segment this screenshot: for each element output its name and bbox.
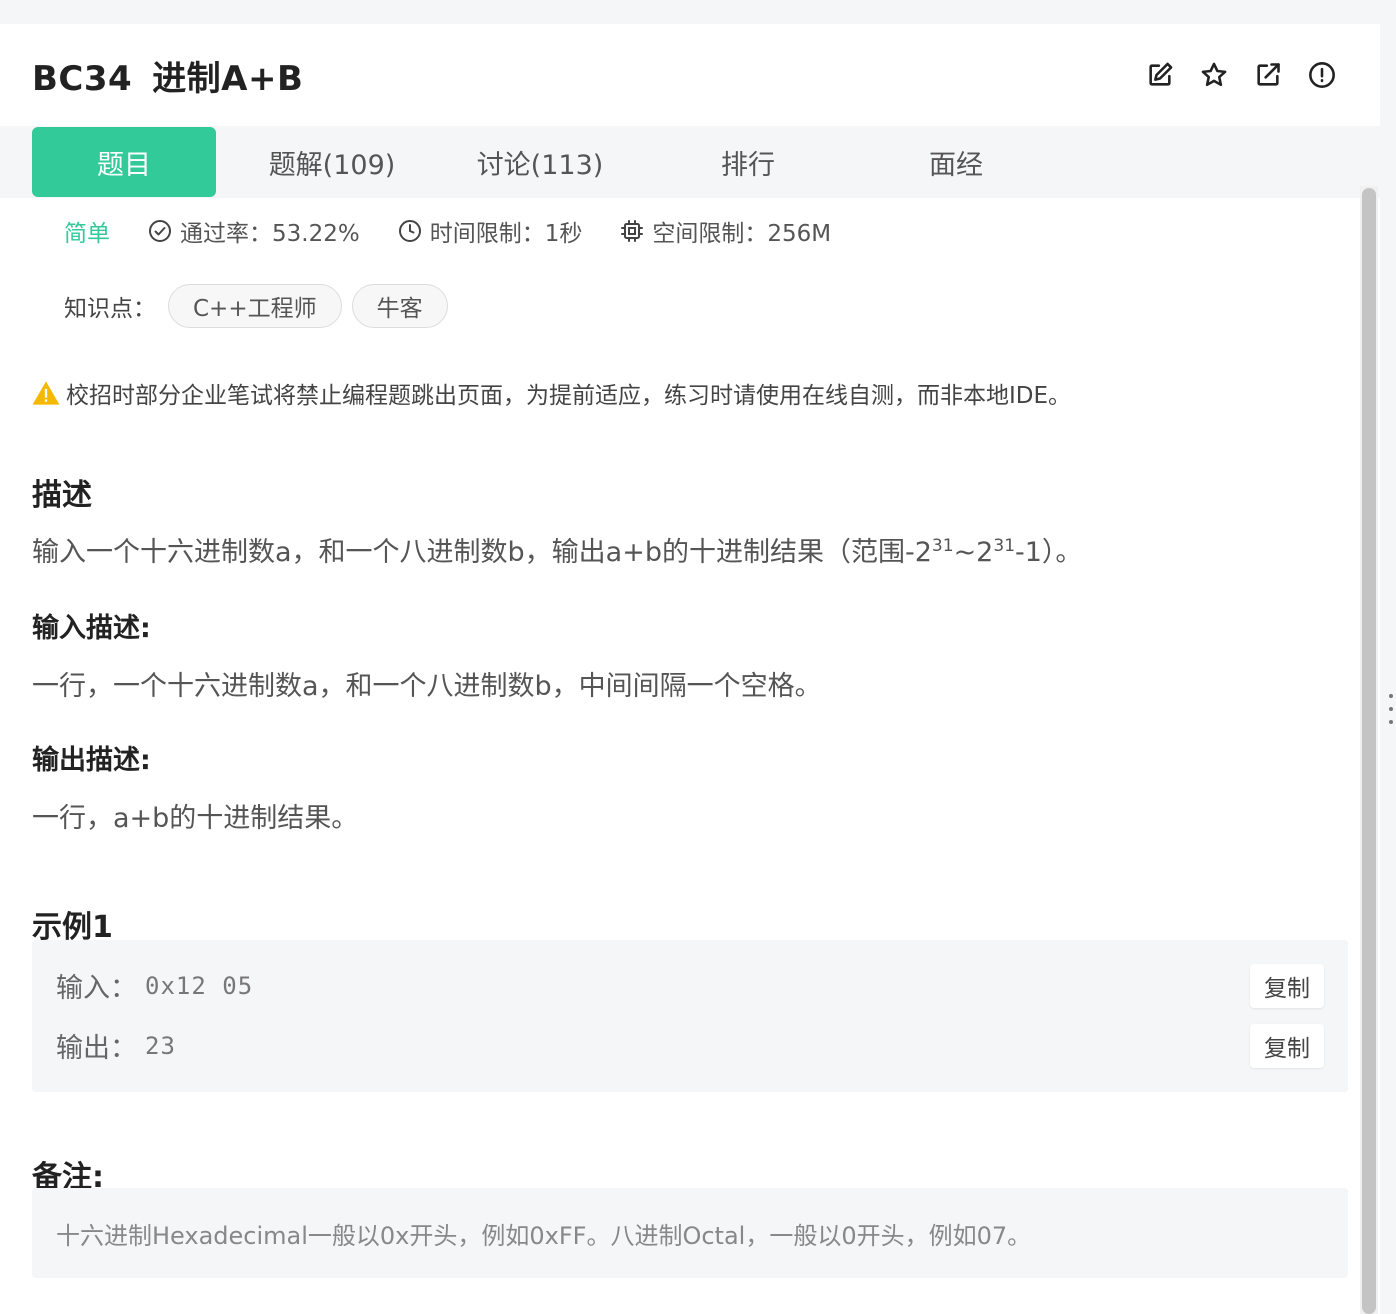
warning-icon — [32, 381, 60, 405]
output-desc-text: 一行，a+b的十进制结果。 — [32, 803, 359, 834]
tab-bar: 题目 题解(109) 讨论(113) 排行 面经 — [0, 126, 1380, 198]
remark-text: 十六进制Hexadecimal一般以0x开头，例如0xFF。八进制Octal，一… — [56, 1221, 1032, 1250]
memory-limit-text: 空间限制：256M — [652, 221, 832, 247]
warning-text: 校招时部分企业笔试将禁止编程题跳出页面，为提前适应，练习时请使用在线自测，而非本… — [66, 383, 1072, 409]
example-output-label: 输出： — [56, 1033, 137, 1064]
copy-input-button[interactable]: 复制 — [1250, 964, 1324, 1008]
example-input-row: 输入： 0x12 05 — [56, 966, 253, 1005]
ide-warning: 校招时部分企业笔试将禁止编程题跳出页面，为提前适应，练习时请使用在线自测，而非本… — [32, 376, 1071, 410]
header-actions — [1144, 59, 1338, 91]
report-icon[interactable] — [1306, 59, 1338, 91]
example-input-value: 0x12 05 — [145, 971, 254, 1000]
example-input-label: 输入： — [56, 973, 137, 1004]
input-desc-text: 一行，一个十六进制数a，和一个八进制数b，中间间隔一个空格。 — [32, 671, 822, 702]
input-desc-title: 输入描述: — [32, 613, 151, 644]
share-icon[interactable] — [1252, 59, 1284, 91]
time-limit-text: 时间限制：1秒 — [429, 221, 583, 247]
description-text: 输入一个十六进制数a，和一个八进制数b，输出a+b的十进制结果（范围-231~2… — [32, 536, 1083, 568]
difficulty-badge: 简单 — [64, 221, 110, 247]
problem-meta: 简单 通过率：53.22% 时间限制：1秒 空间限制：256M — [64, 214, 869, 248]
example-output-row: 输出： 23 — [56, 1026, 176, 1065]
remark-box: 十六进制Hexadecimal一般以0x开头，例如0xFF。八进制Octal，一… — [32, 1188, 1348, 1278]
tab-solutions[interactable]: 题解(109) — [240, 127, 424, 197]
tab-discussion[interactable]: 讨论(113) — [448, 127, 632, 197]
page-title: BC34 进制A+B — [32, 51, 303, 100]
resize-handle[interactable] — [1388, 694, 1394, 724]
check-circle-icon — [149, 220, 171, 242]
star-icon[interactable] — [1198, 59, 1230, 91]
tab-ranking[interactable]: 排行 — [656, 127, 840, 197]
output-desc-title: 输出描述: — [32, 745, 151, 776]
problem-id: BC34 — [32, 58, 133, 99]
pass-rate-text: 通过率：53.22% — [180, 221, 360, 247]
memory-limit: 空间限制：256M — [620, 214, 831, 248]
tag-nowcoder[interactable]: 牛客 — [351, 284, 448, 328]
tab-problem[interactable]: 题目 — [32, 127, 216, 197]
knowledge-label: 知识点： — [64, 296, 156, 322]
chip-icon — [621, 220, 644, 242]
tag-cpp-engineer[interactable]: C++工程师 — [168, 284, 342, 328]
edit-icon[interactable] — [1144, 59, 1176, 91]
example-output-value: 23 — [145, 1031, 176, 1060]
knowledge-tags: 知识点： C++工程师 牛客 — [64, 284, 458, 328]
problem-title: 进制A+B — [152, 58, 304, 99]
copy-output-button[interactable]: 复制 — [1250, 1024, 1324, 1068]
tab-interview[interactable]: 面经 — [864, 127, 1048, 197]
problem-header: BC34 进制A+B — [0, 24, 1380, 126]
pass-rate: 通过率：53.22% — [148, 214, 360, 248]
time-limit: 时间限制：1秒 — [398, 214, 583, 248]
example-box: 输入： 0x12 05 复制 输出： 23 复制 — [32, 940, 1348, 1092]
scrollbar-thumb[interactable] — [1362, 188, 1376, 1314]
description-title: 描述 — [32, 478, 92, 513]
clock-icon — [398, 220, 421, 242]
